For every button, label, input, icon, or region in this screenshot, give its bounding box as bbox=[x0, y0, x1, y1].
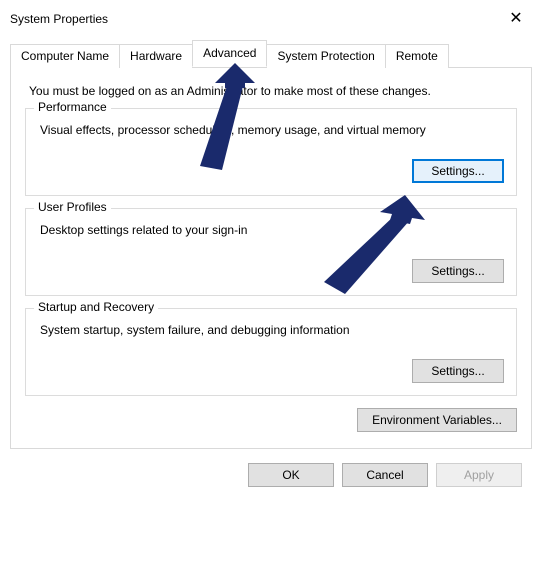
tab-remote[interactable]: Remote bbox=[385, 44, 449, 68]
group-user-profiles-desc: Desktop settings related to your sign-in bbox=[40, 223, 504, 237]
group-performance-legend: Performance bbox=[34, 100, 111, 114]
dialog-footer: OK Cancel Apply bbox=[10, 449, 532, 487]
group-startup-recovery-legend: Startup and Recovery bbox=[34, 300, 158, 314]
startup-recovery-settings-button[interactable]: Settings... bbox=[412, 359, 504, 383]
window-title: System Properties bbox=[10, 12, 108, 26]
close-icon[interactable]: ✕ bbox=[502, 9, 530, 29]
group-performance: Performance Visual effects, processor sc… bbox=[25, 108, 517, 196]
tab-computer-name[interactable]: Computer Name bbox=[10, 44, 120, 68]
user-profiles-settings-button[interactable]: Settings... bbox=[412, 259, 504, 283]
performance-settings-button[interactable]: Settings... bbox=[412, 159, 504, 183]
tab-advanced[interactable]: Advanced bbox=[192, 40, 267, 67]
dialog-content: Computer Name Hardware Advanced System P… bbox=[0, 34, 542, 487]
group-user-profiles: User Profiles Desktop settings related t… bbox=[25, 208, 517, 296]
admin-notice: You must be logged on as an Administrato… bbox=[29, 84, 513, 98]
titlebar: System Properties ✕ bbox=[0, 0, 542, 34]
group-performance-desc: Visual effects, processor scheduling, me… bbox=[40, 123, 504, 137]
cancel-button[interactable]: Cancel bbox=[342, 463, 428, 487]
ok-button[interactable]: OK bbox=[248, 463, 334, 487]
apply-button[interactable]: Apply bbox=[436, 463, 522, 487]
environment-variables-button[interactable]: Environment Variables... bbox=[357, 408, 517, 432]
tabpanel-advanced: You must be logged on as an Administrato… bbox=[10, 67, 532, 449]
group-startup-recovery-desc: System startup, system failure, and debu… bbox=[40, 323, 504, 337]
tabstrip: Computer Name Hardware Advanced System P… bbox=[10, 40, 532, 67]
group-user-profiles-legend: User Profiles bbox=[34, 200, 111, 214]
tab-system-protection[interactable]: System Protection bbox=[266, 44, 385, 68]
tab-hardware[interactable]: Hardware bbox=[119, 44, 193, 68]
group-startup-recovery: Startup and Recovery System startup, sys… bbox=[25, 308, 517, 396]
